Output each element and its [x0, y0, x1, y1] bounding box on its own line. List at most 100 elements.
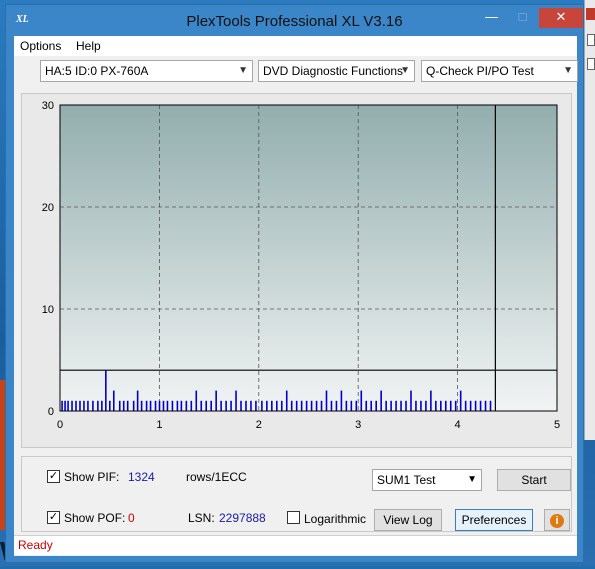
pif-bar — [440, 400, 442, 411]
background-window-icon — [586, 8, 595, 20]
menu-options[interactable]: Options — [20, 39, 61, 53]
pif-bar — [261, 400, 263, 411]
view-log-button[interactable]: View Log — [374, 509, 442, 531]
pif-bar — [315, 400, 318, 411]
pif-bar — [79, 400, 81, 411]
chevron-down-icon: ▼ — [467, 474, 477, 485]
pif-unit: rows/1ECC — [186, 470, 247, 484]
maximize-button[interactable]: □ — [508, 8, 537, 28]
pif-bar — [215, 390, 217, 411]
pif-bar — [280, 400, 283, 411]
pif-bar — [250, 400, 252, 411]
pif-bar — [92, 400, 94, 411]
x-tick-label: 1 — [156, 419, 162, 431]
pif-bar — [464, 400, 467, 411]
chevron-down-icon: ▼ — [400, 65, 410, 76]
pif-bar — [245, 400, 247, 411]
app-window: XL PlexTools Professional XL V3.16 — □ ✕… — [5, 4, 584, 563]
function-select[interactable]: DVD Diagnostic Functions ▼ — [258, 60, 415, 82]
pif-bar — [266, 400, 268, 411]
pif-bar — [435, 400, 437, 411]
controls-panel: ✓ Show PIF: 1324 rows/1ECC SUM1 Test ▼ S… — [21, 456, 572, 532]
pif-bar — [154, 400, 157, 411]
pif-bar — [140, 400, 143, 411]
show-pif-label: Show PIF: — [64, 470, 120, 484]
x-tick-label: 3 — [355, 419, 361, 431]
pif-bar — [195, 390, 198, 411]
pif-bar — [200, 400, 203, 411]
minimize-button[interactable]: — — [477, 8, 506, 28]
pif-bar — [430, 390, 432, 411]
info-button[interactable]: i — [544, 509, 570, 531]
close-button[interactable]: ✕ — [539, 8, 583, 28]
pif-bar — [444, 400, 447, 411]
pif-bar — [235, 390, 237, 411]
title-bar[interactable]: XL PlexTools Professional XL V3.16 — □ ✕ — [6, 5, 583, 36]
status-bar: Ready — [14, 535, 577, 555]
pif-bar — [474, 400, 477, 411]
test-select[interactable]: Q-Check PI/PO Test ▼ — [421, 60, 578, 82]
status-text: Ready — [18, 538, 53, 552]
pif-bar — [305, 400, 308, 411]
pif-bar — [320, 400, 323, 411]
background-window-control[interactable] — [587, 34, 595, 46]
pif-bar — [87, 400, 89, 411]
pif-bar — [385, 400, 387, 411]
sum-test-select[interactable]: SUM1 Test ▼ — [372, 469, 482, 491]
pif-bar — [355, 400, 358, 411]
sum-test-value: SUM1 Test — [377, 473, 436, 487]
pif-bar — [97, 400, 99, 411]
pif-bar — [205, 400, 208, 411]
pif-bar — [330, 400, 333, 411]
lsn-value: 2297888 — [219, 511, 266, 525]
pif-bar — [285, 390, 288, 411]
menu-help[interactable]: Help — [76, 39, 101, 53]
pif-value: 1324 — [128, 470, 155, 484]
background-window-control[interactable] — [587, 58, 595, 70]
pif-bar — [395, 400, 397, 411]
pif-bar — [158, 400, 161, 411]
pif-bar — [300, 400, 303, 411]
pif-bar — [295, 400, 298, 411]
preferences-button[interactable]: Preferences — [455, 509, 533, 531]
logarithmic-label: Logarithmic — [304, 512, 367, 526]
pif-bar — [176, 400, 179, 411]
pif-bar — [64, 400, 66, 411]
pif-bar — [375, 400, 377, 411]
client-area: Options Help HA:5 ID:0 PX-760A ▼ DVD Dia… — [14, 36, 578, 556]
x-tick-label: 2 — [256, 419, 262, 431]
pif-bar — [101, 400, 103, 411]
pif-bar — [271, 400, 273, 411]
pif-bar — [459, 390, 462, 411]
pif-bar — [425, 400, 427, 411]
pif-bar — [149, 400, 152, 411]
pif-bar — [360, 390, 363, 411]
pif-bar — [109, 400, 111, 411]
show-pif-checkbox[interactable]: ✓ — [47, 470, 60, 483]
pif-chart: 0 1 2 3 4 5 0 10 20 30 — [42, 100, 560, 431]
start-button[interactable]: Start — [497, 469, 571, 491]
pif-bar — [484, 400, 487, 411]
pif-bar — [61, 400, 63, 411]
logarithmic-checkbox[interactable] — [287, 511, 300, 524]
pif-bar — [380, 390, 382, 411]
pif-bar — [75, 400, 77, 411]
pif-bar — [67, 400, 69, 411]
show-pof-label: Show POF: — [64, 511, 126, 525]
show-pof-checkbox[interactable]: ✓ — [47, 511, 60, 524]
pif-bar — [105, 370, 107, 411]
pif-bar — [190, 400, 193, 411]
pif-bar — [185, 400, 188, 411]
pif-bar — [220, 400, 222, 411]
pif-bar — [118, 400, 121, 411]
pif-bar — [136, 390, 139, 411]
pif-bar — [255, 400, 257, 411]
pif-bar — [145, 400, 148, 411]
drive-select[interactable]: HA:5 ID:0 PX-760A ▼ — [40, 60, 253, 82]
pif-bar — [454, 400, 457, 411]
pif-bar — [275, 400, 278, 411]
pif-bar — [162, 400, 165, 411]
chart-panel: 0 1 2 3 4 5 0 10 20 30 — [21, 93, 572, 448]
pif-bar — [71, 400, 73, 411]
pif-bar — [335, 400, 338, 411]
